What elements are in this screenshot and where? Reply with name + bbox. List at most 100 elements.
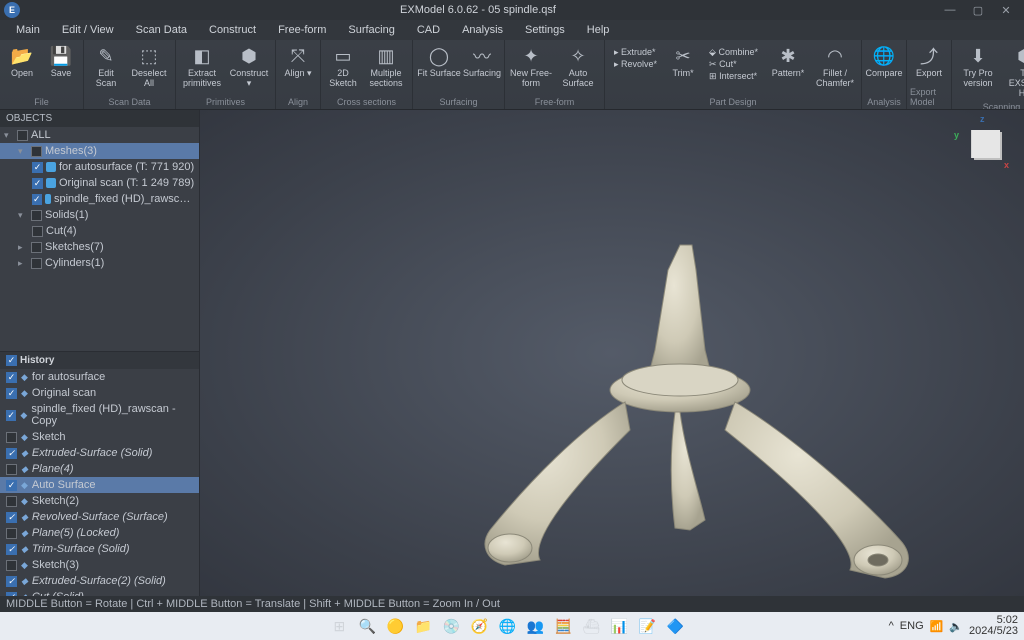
menu-free-form[interactable]: Free-form [268, 22, 336, 38]
taskbar-app-icon[interactable]: 📝 [636, 615, 658, 637]
taskbar-app-icon[interactable]: 🔍 [356, 615, 378, 637]
history-item[interactable]: ✓◆Plane(5) (Locked) [0, 525, 199, 541]
history-item[interactable]: ✓◆Sketch(3) [0, 557, 199, 573]
close-button[interactable]: ✕ [992, 1, 1020, 19]
history-checkbox[interactable]: ✓ [6, 496, 17, 507]
history-item[interactable]: ✓◆spindle_fixed (HD)_rawscan - Copy [0, 401, 199, 429]
ribbon-button[interactable]: 🌐Compare [865, 43, 903, 81]
gizmo-cube-icon[interactable] [972, 130, 1000, 158]
expand-arrow-icon[interactable]: ▾ [4, 130, 14, 141]
taskbar-app-icon[interactable]: ⛴ [580, 615, 602, 637]
history-checkbox[interactable]: ✓ [6, 388, 17, 399]
taskbar-app-icon[interactable]: 🧮 [552, 615, 574, 637]
tree-item[interactable]: ▾✓Meshes(3) [0, 143, 199, 159]
visibility-checkbox[interactable]: ✓ [31, 258, 42, 269]
visibility-checkbox[interactable]: ✓ [32, 178, 43, 189]
ribbon-button[interactable]: ⬢Construct ▾ [226, 43, 272, 91]
menu-main[interactable]: Main [6, 22, 50, 38]
ribbon-button[interactable]: ⬇Try Pro version [955, 43, 1001, 91]
minimize-button[interactable]: — [936, 1, 964, 19]
ribbon-button[interactable]: ◯Fit Surface [416, 43, 462, 81]
expand-arrow-icon[interactable]: ▸ [18, 258, 28, 269]
ribbon-button[interactable]: ✦New Free-form [508, 43, 554, 91]
tray-lang[interactable]: ENG [900, 620, 924, 632]
menu-scan-data[interactable]: Scan Data [126, 22, 197, 38]
taskbar-app-icon[interactable]: 🌐 [496, 615, 518, 637]
history-item[interactable]: ✓◆Extruded-Surface (Solid) [0, 445, 199, 461]
ribbon-text-button[interactable]: ⊞ Intersect* [709, 71, 758, 82]
expand-arrow-icon[interactable]: ▾ [18, 210, 28, 221]
ribbon-text-button[interactable]: ▸ Revolve* [614, 59, 657, 70]
history-item[interactable]: ✓◆Original scan [0, 385, 199, 401]
history-checkbox[interactable]: ✓ [6, 480, 17, 491]
visibility-checkbox[interactable]: ✓ [31, 146, 42, 157]
tree-item[interactable]: ▸✓Cylinders(1) [0, 255, 199, 271]
tree-item[interactable]: ✓Original scan (T: 1 249 789) [0, 175, 199, 191]
menu-settings[interactable]: Settings [515, 22, 575, 38]
ribbon-button[interactable]: ◧Extract primitives [179, 43, 225, 91]
tree-item[interactable]: ▾✓ALL [0, 127, 199, 143]
tree-item[interactable]: ▸✓Sketches(7) [0, 239, 199, 255]
taskbar-app-icon[interactable]: ⊞ [328, 615, 350, 637]
ribbon-text-button[interactable]: ▸ Extrude* [614, 47, 657, 58]
taskbar-app-icon[interactable]: 👥 [524, 615, 546, 637]
ribbon-button[interactable]: ▥Multiple sections [363, 43, 409, 91]
tree-item[interactable]: ▾✓Solids(1) [0, 207, 199, 223]
history-checkbox[interactable]: ✓ [6, 432, 17, 443]
maximize-button[interactable]: ▢ [964, 1, 992, 19]
visibility-checkbox[interactable]: ✓ [32, 226, 43, 237]
ribbon-button[interactable]: ⬚Deselect All [126, 43, 172, 91]
tree-item[interactable]: ✓for autosurface (T: 771 920) [0, 159, 199, 175]
ribbon-button[interactable]: ⬢To EXScan HX [1002, 43, 1024, 101]
visibility-checkbox[interactable]: ✓ [31, 242, 42, 253]
history-item[interactable]: ✓◆Sketch [0, 429, 199, 445]
menu-construct[interactable]: Construct [199, 22, 266, 38]
history-item[interactable]: ✓◆Trim-Surface (Solid) [0, 541, 199, 557]
tray-chevron-icon[interactable]: ^ [889, 620, 894, 632]
taskbar-app-icon[interactable]: 🧭 [468, 615, 490, 637]
history-item[interactable]: ✓◆Sketch(2) [0, 493, 199, 509]
menu-edit-view[interactable]: Edit / View [52, 22, 124, 38]
history-item[interactable]: ✓◆for autosurface [0, 369, 199, 385]
visibility-checkbox[interactable]: ✓ [17, 130, 28, 141]
ribbon-button[interactable]: ✂Trim* [664, 43, 702, 81]
ribbon-button[interactable]: ✱Pattern* [765, 43, 811, 81]
history-item[interactable]: ✓◆Revolved-Surface (Surface) [0, 509, 199, 525]
history-checkbox[interactable]: ✓ [6, 592, 17, 597]
history-item[interactable]: ✓◆Cut (Solid) [0, 589, 199, 596]
expand-arrow-icon[interactable]: ▾ [18, 146, 28, 157]
history-checkbox[interactable]: ✓ [6, 544, 17, 555]
history-checkbox[interactable]: ✓ [6, 464, 17, 475]
history-item[interactable]: ✓◆Auto Surface [0, 477, 199, 493]
history-checkbox[interactable]: ✓ [6, 410, 16, 421]
taskbar-app-icon[interactable]: 📁 [412, 615, 434, 637]
ribbon-button[interactable]: 💾Save [42, 43, 80, 81]
expand-arrow-icon[interactable]: ▸ [18, 242, 28, 253]
ribbon-button[interactable]: ✎Edit Scan [87, 43, 125, 91]
ribbon-text-button[interactable]: ✂ Cut* [709, 59, 758, 70]
objects-tree[interactable]: ▾✓ALL▾✓Meshes(3)✓for autosurface (T: 771… [0, 127, 199, 351]
ribbon-button[interactable]: ⤧Align ▾ [279, 43, 317, 81]
ribbon-text-button[interactable]: ⬙ Combine* [709, 47, 758, 58]
history-item[interactable]: ✓◆Plane(4) [0, 461, 199, 477]
ribbon-button[interactable]: ✧Auto Surface [555, 43, 601, 91]
history-checkbox-icon[interactable]: ✓ [6, 355, 17, 366]
history-checkbox[interactable]: ✓ [6, 372, 17, 383]
taskbar-app-icon[interactable]: 📊 [608, 615, 630, 637]
history-list[interactable]: ✓◆for autosurface✓◆Original scan✓◆spindl… [0, 369, 199, 596]
taskbar-app-icon[interactable]: 🟡 [384, 615, 406, 637]
visibility-checkbox[interactable]: ✓ [32, 194, 42, 205]
history-checkbox[interactable]: ✓ [6, 528, 17, 539]
history-checkbox[interactable]: ✓ [6, 512, 17, 523]
orientation-gizmo[interactable]: z y x [958, 116, 1014, 172]
viewport[interactable]: z y x [200, 110, 1024, 596]
ribbon-button[interactable]: ⤴Export [910, 43, 948, 81]
menu-analysis[interactable]: Analysis [452, 22, 513, 38]
history-checkbox[interactable]: ✓ [6, 448, 17, 459]
menu-cad[interactable]: CAD [407, 22, 450, 38]
tray-network-icon[interactable]: 📶 [930, 620, 944, 633]
tree-item[interactable]: ✓spindle_fixed (HD)_rawscan - Copy (T: 9… [0, 191, 199, 207]
taskbar-app-icon[interactable]: 🔷 [664, 615, 686, 637]
tree-item[interactable]: ✓Cut(4) [0, 223, 199, 239]
taskbar-app-icon[interactable]: 💿 [440, 615, 462, 637]
